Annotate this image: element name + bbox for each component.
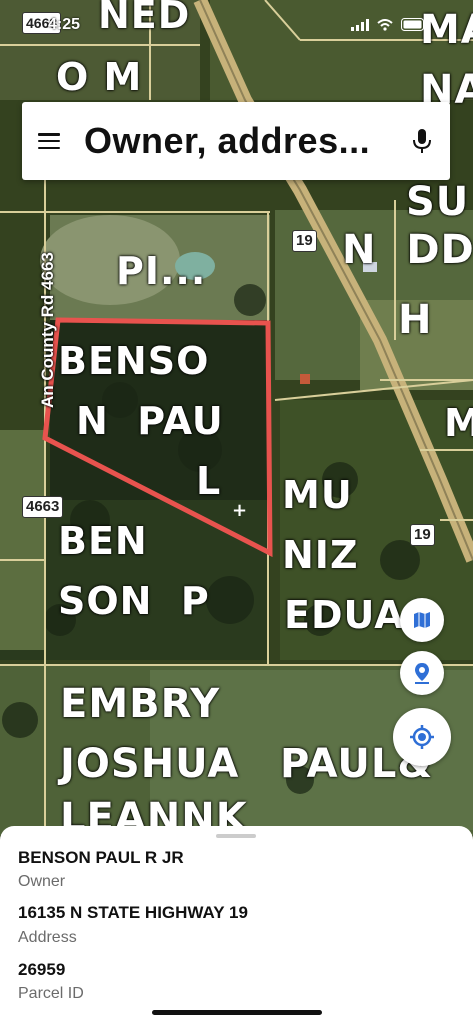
wifi-icon: [377, 18, 393, 31]
route-19-label: 19: [410, 524, 435, 546]
svg-text:+: +: [232, 500, 247, 521]
parcel-label[interactable]: M: [444, 404, 473, 442]
owner-label: Owner: [18, 873, 66, 890]
signal-icon: [351, 18, 369, 31]
county-road-label: An County Rd 4663: [38, 252, 57, 408]
parcel-label[interactable]: SU: [406, 182, 469, 222]
map-layers-icon: [414, 612, 430, 628]
parcel-label[interactable]: BENSO: [58, 342, 209, 380]
parcel-label[interactable]: NIZ: [282, 536, 359, 574]
parcel-label[interactable]: EDUA: [284, 596, 405, 634]
menu-icon[interactable]: [38, 133, 60, 149]
parcel-label[interactable]: L: [196, 462, 221, 500]
drop-pin-button[interactable]: [400, 651, 444, 695]
parcel-label[interactable]: PI...: [116, 252, 206, 290]
parcel-label[interactable]: O M: [56, 58, 142, 96]
parcel-label[interactable]: N DD: [342, 230, 473, 270]
parcel-id-label: Parcel ID: [18, 985, 84, 1002]
parcel-details-sheet[interactable]: BENSON PAUL R JR Owner 16135 N STATE HIG…: [0, 826, 473, 1024]
parcel-label[interactable]: H: [398, 300, 432, 340]
parcel-label[interactable]: BEN: [58, 522, 148, 560]
owner-value: BENSON PAUL R JR: [18, 848, 184, 867]
home-indicator: [152, 1010, 322, 1015]
address-label: Address: [18, 929, 77, 946]
my-location-icon: [410, 725, 434, 749]
route-19-label: 19: [292, 230, 317, 252]
road-4663-label: 4663: [22, 496, 64, 518]
parcel-label[interactable]: MU: [282, 476, 353, 514]
battery-icon: [401, 18, 427, 31]
parcel-label[interactable]: JOSHUA: [60, 744, 239, 784]
sheet-drag-handle[interactable]: [216, 834, 256, 838]
parcel-label[interactable]: EMBRY: [60, 684, 220, 724]
my-location-button[interactable]: [393, 708, 451, 766]
parcel-label[interactable]: SON P: [58, 582, 210, 620]
status-bar: 4663 4:25: [0, 0, 473, 44]
location-pin-icon: [415, 663, 429, 684]
search-input[interactable]: Owner, addres...: [84, 120, 412, 162]
search-bar[interactable]: Owner, addres...: [22, 102, 450, 180]
status-time: 4:25: [48, 16, 81, 33]
mic-icon[interactable]: [412, 128, 432, 154]
parcel-id-value: 26959: [18, 960, 66, 979]
map-layers-button[interactable]: [400, 598, 444, 642]
parcel-label[interactable]: N PAU: [76, 402, 224, 440]
address-value: 16135 N STATE HIGHWAY 19: [18, 903, 248, 922]
